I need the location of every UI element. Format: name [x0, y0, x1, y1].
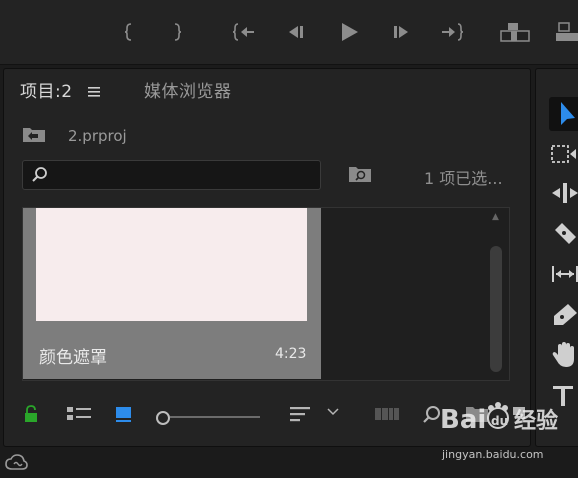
selection-tool-button[interactable]	[549, 97, 578, 131]
scrollbar[interactable]: ▲	[488, 212, 504, 375]
svg-text:du: du	[491, 414, 508, 428]
go-to-out-icon[interactable]	[440, 0, 464, 64]
hand-tool-icon[interactable]	[550, 340, 578, 370]
mark-out-icon[interactable]	[168, 0, 186, 64]
tab-project-label[interactable]: 项目:2	[20, 82, 73, 102]
search-icon	[31, 166, 49, 188]
selection-tool-icon	[561, 102, 575, 125]
zoom-slider-track[interactable]	[170, 416, 260, 418]
find-bin-icon[interactable]	[348, 165, 372, 187]
list-view-icon[interactable]	[66, 405, 92, 423]
watermark-url: jingyan.baidu.com	[442, 448, 544, 461]
svg-text:Bai: Bai	[440, 405, 486, 435]
project-file-name: 2.prproj	[68, 127, 127, 145]
automate-to-sequence-icon[interactable]	[374, 405, 400, 423]
creative-cloud-icon[interactable]	[4, 452, 28, 478]
project-panel: 项目:2 媒体浏览器 2.prproj 1 项已选... 颜色遮罩 4:23 ▲	[3, 68, 531, 447]
overwrite-icon[interactable]	[553, 0, 578, 64]
go-to-in-icon[interactable]	[232, 0, 256, 64]
search-input[interactable]	[53, 164, 312, 186]
transport-bar	[0, 0, 578, 65]
ripple-edit-tool-icon[interactable]	[550, 178, 578, 208]
icon-view-icon[interactable]	[115, 405, 133, 423]
zoom-slider-knob[interactable]	[156, 411, 170, 425]
sort-icon[interactable]	[289, 405, 311, 423]
bin-up-icon[interactable]	[22, 125, 46, 147]
clip-list: 颜色遮罩 4:23 ▲	[22, 207, 510, 381]
find-icon[interactable]	[422, 405, 442, 425]
track-select-tool-icon[interactable]	[550, 139, 578, 169]
svg-text:经验: 经验	[514, 408, 558, 434]
tab-media-browser[interactable]: 媒体浏览器	[144, 77, 232, 102]
razor-tool-icon[interactable]	[550, 218, 578, 248]
mark-in-icon[interactable]	[120, 0, 138, 64]
watermark-logo: Bai du 经验	[440, 398, 578, 444]
slip-tool-icon[interactable]	[550, 259, 578, 289]
scrollbar-thumb[interactable]	[490, 246, 502, 372]
clip-name[interactable]: 颜色遮罩	[39, 343, 107, 368]
zoom-slider[interactable]	[156, 411, 260, 425]
baidu-watermark: Bai du 经验 jingyan.baidu.com	[440, 398, 578, 468]
project-path: 2.prproj	[22, 125, 127, 147]
search-field[interactable]	[22, 160, 321, 190]
tools-panel	[535, 68, 578, 447]
chevron-down-icon[interactable]	[327, 407, 339, 417]
selection-count: 1 项已选...	[424, 169, 503, 188]
hamburger-icon[interactable]	[88, 82, 101, 102]
scroll-up-icon[interactable]: ▲	[492, 212, 499, 222]
pen-tool-icon[interactable]	[550, 300, 578, 330]
tab-project[interactable]: 项目:2	[20, 77, 101, 107]
lock-icon[interactable]	[24, 405, 38, 423]
clip-duration: 4:23	[275, 346, 307, 362]
clip-item[interactable]: 颜色遮罩 4:23	[23, 208, 321, 379]
step-back-icon[interactable]	[285, 0, 307, 64]
insert-icon[interactable]	[500, 0, 530, 64]
clip-thumbnail[interactable]	[36, 208, 307, 321]
step-forward-icon[interactable]	[390, 0, 412, 64]
play-icon[interactable]	[337, 0, 361, 64]
